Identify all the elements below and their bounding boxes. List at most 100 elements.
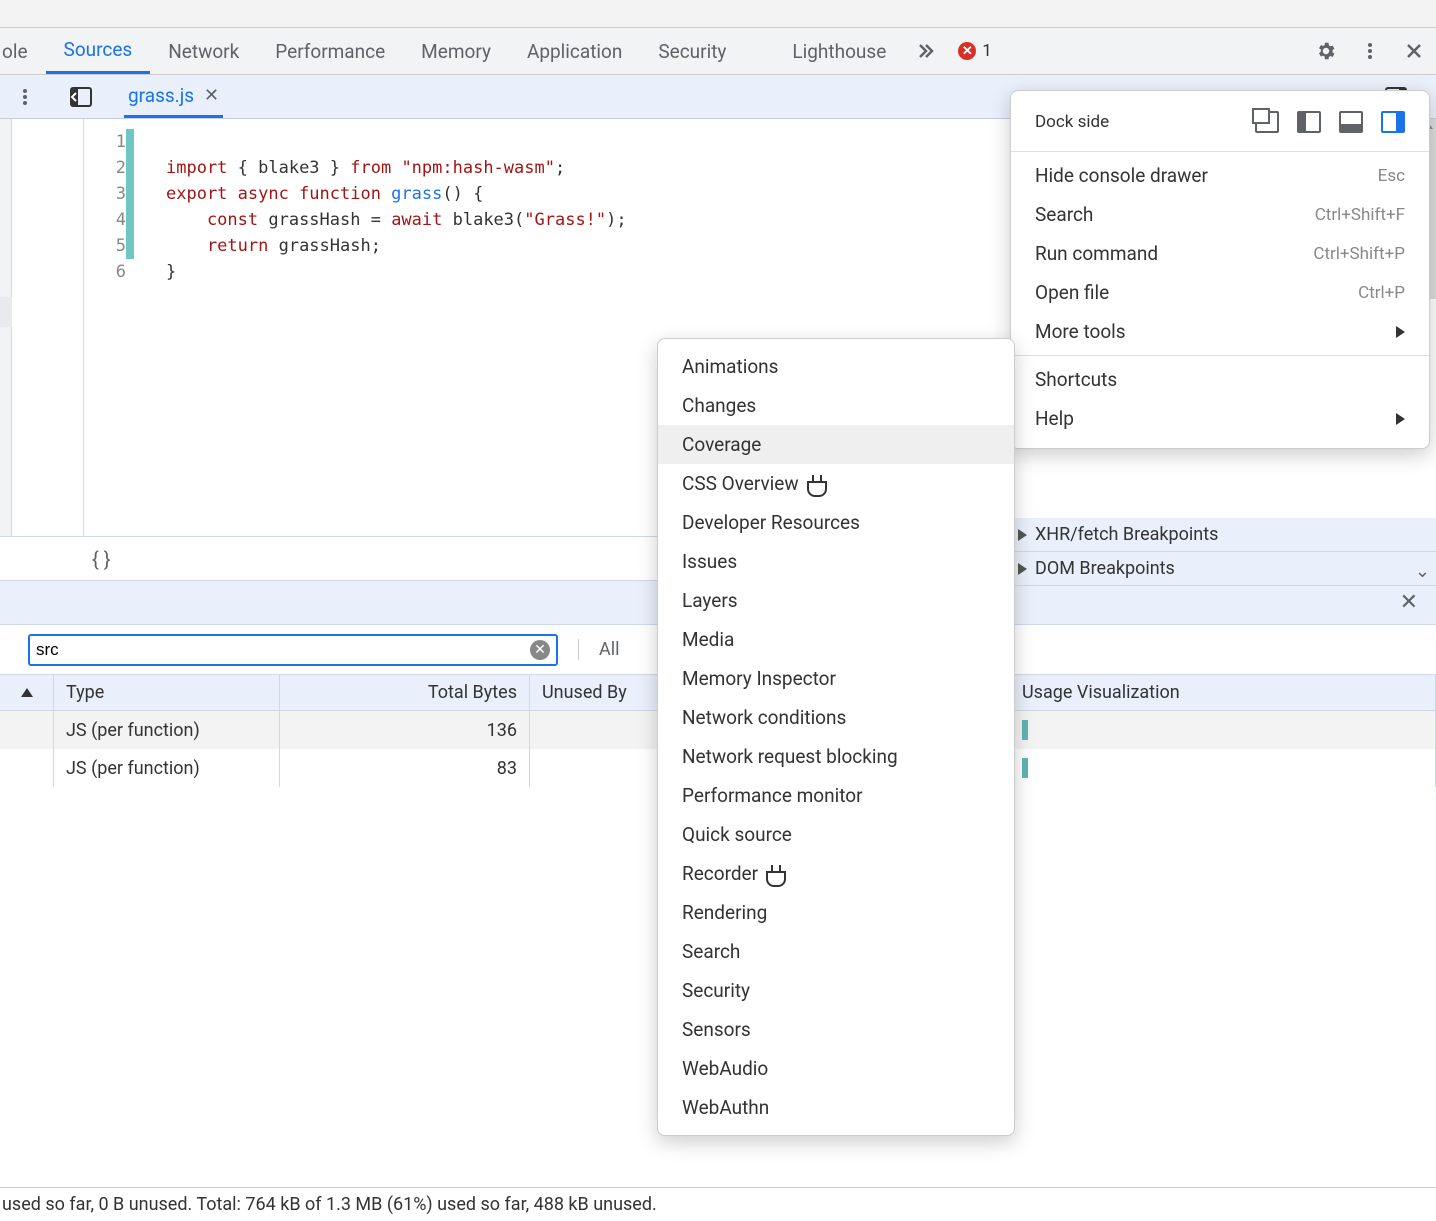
code-token: const	[166, 210, 258, 230]
submenu-recorder[interactable]: Recorder	[658, 854, 1014, 893]
submenu-label: Animations	[682, 355, 778, 378]
header-total-bytes[interactable]: Total Bytes	[280, 675, 530, 710]
code-token: grass	[381, 184, 442, 204]
submenu-performance-monitor[interactable]: Performance monitor	[658, 776, 1014, 815]
line-number-gutter: 1 2 3 4 5 6	[84, 119, 136, 536]
submenu-webauthn[interactable]: WebAuthn	[658, 1088, 1014, 1127]
xhr-breakpoints-section[interactable]: XHR/fetch Breakpoints	[1006, 518, 1436, 552]
more-tabs-chevron-icon[interactable]	[910, 35, 942, 67]
menu-search[interactable]: Search Ctrl+Shift+F	[1011, 195, 1429, 234]
line-number: 6	[84, 259, 126, 285]
dock-undock-icon[interactable]	[1255, 111, 1279, 133]
menu-run-command[interactable]: Run command Ctrl+Shift+P	[1011, 234, 1429, 273]
submenu-search[interactable]: Search	[658, 932, 1014, 971]
line-number: 4	[84, 207, 126, 233]
more-tools-submenu: Animations Changes Coverage CSS Overview…	[657, 338, 1015, 1136]
tab-security[interactable]: Security	[640, 28, 744, 74]
submenu-webaudio[interactable]: WebAudio	[658, 1049, 1014, 1088]
submenu-label: Recorder	[682, 862, 758, 885]
submenu-label: Quick source	[682, 823, 792, 846]
submenu-changes[interactable]: Changes	[658, 386, 1014, 425]
menu-item-label: More tools	[1035, 320, 1126, 343]
submenu-developer-resources[interactable]: Developer Resources	[658, 503, 1014, 542]
submenu-layers[interactable]: Layers	[658, 581, 1014, 620]
menu-help[interactable]: Help	[1011, 399, 1429, 438]
dock-right-icon[interactable]	[1381, 111, 1405, 133]
toggle-navigator-icon[interactable]	[64, 80, 98, 114]
menu-item-shortcut: Ctrl+Shift+P	[1313, 244, 1405, 264]
submenu-coverage[interactable]: Coverage	[658, 425, 1014, 464]
menu-item-shortcut: Ctrl+Shift+F	[1315, 205, 1405, 225]
dock-left-icon[interactable]	[1297, 111, 1321, 133]
menu-item-label: Shortcuts	[1035, 368, 1117, 391]
menu-item-label: Search	[1035, 203, 1093, 226]
chevron-down-icon[interactable]: ⌄	[1415, 561, 1430, 582]
submenu-memory-inspector[interactable]: Memory Inspector	[658, 659, 1014, 698]
submenu-rendering[interactable]: Rendering	[658, 893, 1014, 932]
dom-breakpoints-section[interactable]: DOM Breakpoints ⌄	[1006, 552, 1436, 586]
experimental-flask-icon	[766, 865, 782, 883]
section-label: DOM Breakpoints	[1035, 558, 1175, 579]
settings-gear-icon[interactable]	[1310, 35, 1342, 67]
kebab-menu-icon[interactable]	[1354, 35, 1386, 67]
submenu-label: WebAuthn	[682, 1096, 769, 1119]
tab-performance[interactable]: Performance	[257, 28, 403, 74]
code-token: () {	[442, 184, 483, 204]
sources-kebab-icon[interactable]	[0, 87, 50, 107]
cell-type: JS (per function)	[54, 749, 280, 787]
menu-shortcuts[interactable]: Shortcuts	[1011, 360, 1429, 399]
close-devtools-icon[interactable]	[1398, 35, 1430, 67]
submenu-issues[interactable]: Issues	[658, 542, 1014, 581]
window-titlebar-stub	[0, 0, 1436, 28]
cell-type: JS (per function)	[54, 711, 280, 749]
devtools-tabstrip: ole Sources Network Performance Memory A…	[0, 28, 1436, 75]
submenu-label: Network conditions	[682, 706, 846, 729]
submenu-label: Developer Resources	[682, 511, 860, 534]
code-token: export async function	[166, 184, 381, 204]
submenu-label: Layers	[682, 589, 738, 612]
menu-hide-console-drawer[interactable]: Hide console drawer Esc	[1011, 156, 1429, 195]
header-usage-viz[interactable]: Usage Visualization	[1010, 675, 1436, 710]
sort-column[interactable]	[0, 675, 54, 710]
menu-item-label: Run command	[1035, 242, 1158, 265]
submenu-media[interactable]: Media	[658, 620, 1014, 659]
submenu-security[interactable]: Security	[658, 971, 1014, 1010]
coverage-filter-field[interactable]: ✕	[28, 634, 558, 666]
usage-bar	[1022, 758, 1028, 778]
expand-triangle-icon	[1018, 563, 1027, 575]
error-badge[interactable]: ✕ 1	[958, 41, 992, 61]
submenu-css-overview[interactable]: CSS Overview	[658, 464, 1014, 503]
tab-application[interactable]: Application	[509, 28, 640, 74]
dock-side-label: Dock side	[1035, 112, 1109, 132]
file-tab-label: grass.js	[128, 84, 194, 107]
tab-network[interactable]: Network	[150, 28, 257, 74]
tab-console-partial[interactable]: ole	[0, 28, 46, 74]
submenu-label: WebAudio	[682, 1057, 768, 1080]
submenu-animations[interactable]: Animations	[658, 347, 1014, 386]
header-type[interactable]: Type	[54, 675, 280, 710]
submenu-network-conditions[interactable]: Network conditions	[658, 698, 1014, 737]
filter-type-all[interactable]: All	[578, 639, 620, 660]
coverage-filter-input[interactable]	[36, 640, 530, 660]
menu-more-tools[interactable]: More tools	[1011, 312, 1429, 351]
navigator-collapsed	[12, 119, 84, 536]
dock-bottom-icon[interactable]	[1339, 111, 1363, 133]
submenu-quick-source[interactable]: Quick source	[658, 815, 1014, 854]
menu-open-file[interactable]: Open file Ctrl+P	[1011, 273, 1429, 312]
tab-sources[interactable]: Sources	[46, 28, 151, 74]
close-drawer-icon[interactable]: ✕	[1400, 590, 1418, 615]
chevron-right-icon	[1396, 326, 1405, 338]
cell-total-bytes: 83	[280, 749, 530, 787]
submenu-label: Issues	[682, 550, 737, 573]
tab-lighthouse[interactable]: Lighthouse	[774, 28, 904, 74]
clear-filter-icon[interactable]: ✕	[530, 640, 550, 660]
devtools-main-menu: Dock side Hide console drawer Esc Search…	[1010, 90, 1430, 449]
close-file-tab-icon[interactable]: ✕	[204, 85, 219, 106]
submenu-sensors[interactable]: Sensors	[658, 1010, 1014, 1049]
dock-side-row: Dock side	[1011, 101, 1429, 147]
submenu-network-request-blocking[interactable]: Network request blocking	[658, 737, 1014, 776]
expand-triangle-icon	[1018, 529, 1027, 541]
tab-memory[interactable]: Memory	[403, 28, 509, 74]
file-tab-grass-js[interactable]: grass.js ✕	[124, 75, 223, 118]
submenu-label: Changes	[682, 394, 756, 417]
